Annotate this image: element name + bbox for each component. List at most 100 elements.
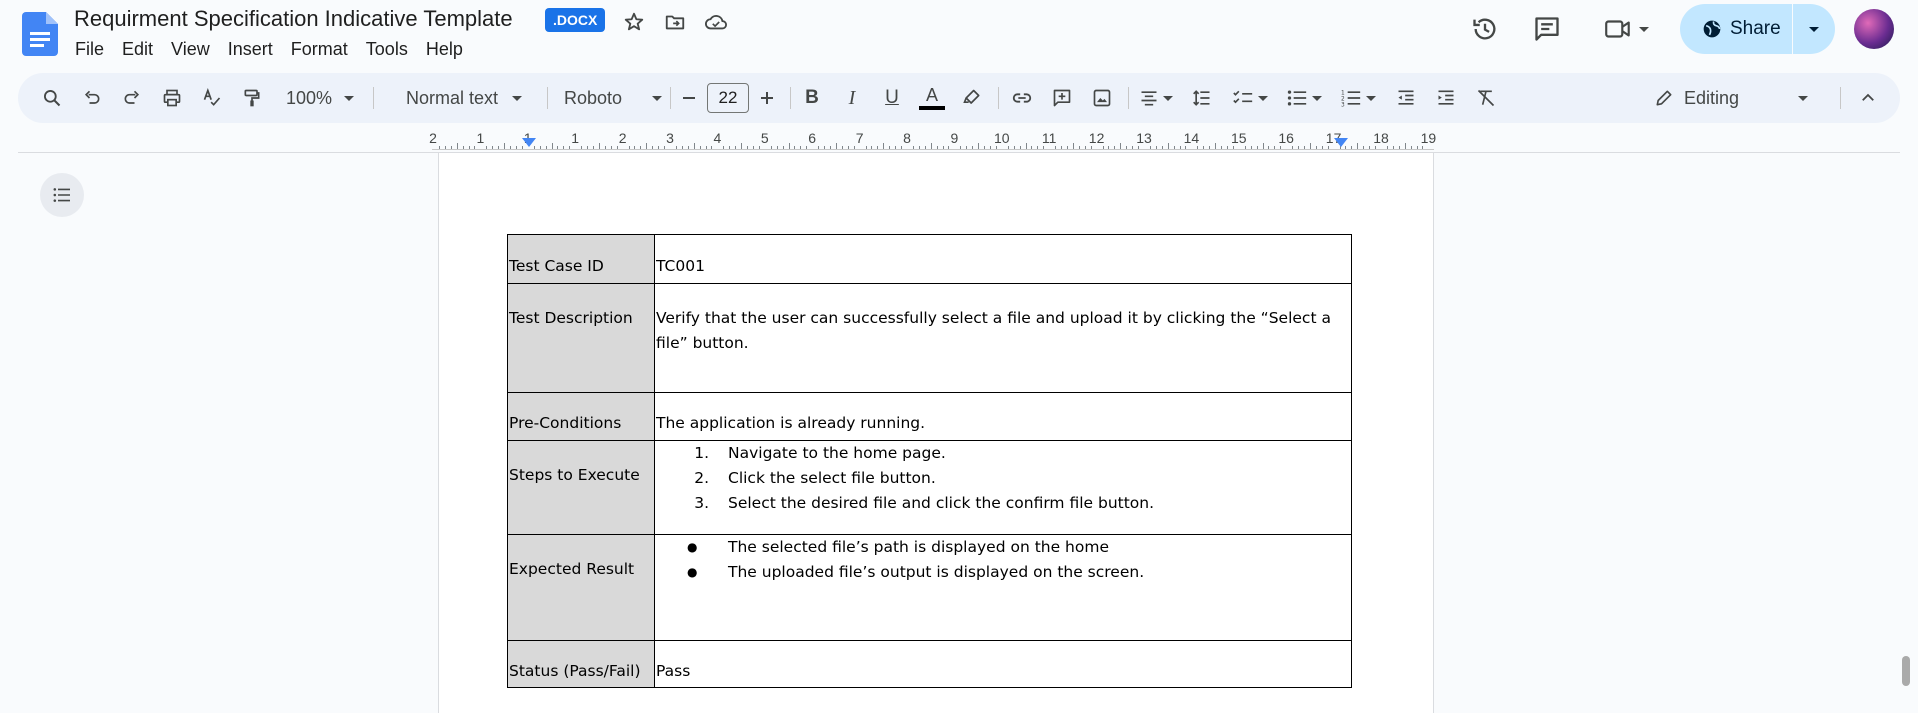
chevron-down-icon	[1312, 95, 1322, 101]
ruler-baseline	[432, 149, 1434, 150]
paragraph-style-select[interactable]: Normal text	[388, 73, 540, 123]
numbered-list-select[interactable]: 123	[1334, 73, 1382, 123]
increase-indent-icon[interactable]	[1428, 73, 1464, 123]
comments-icon[interactable]	[1529, 11, 1565, 47]
value-text: Verify that the user can successfully se…	[656, 309, 1331, 352]
ruler-number: 10	[994, 130, 1010, 146]
ruler-number: 11	[1041, 130, 1057, 146]
row-value[interactable]: The application is already running.	[654, 392, 1352, 441]
value-text: The application is already running.	[656, 414, 926, 432]
horizontal-ruler[interactable]: 2 1 1 1 2 3 4 5 6 7 8 9 10 11 12 13 14 15 16 17 18 19	[429, 128, 1436, 150]
row-label[interactable]: Test Description	[507, 283, 655, 393]
increase-font-size-icon[interactable]	[752, 73, 782, 123]
document-page[interactable]: Test Case ID TC001 Test Description Veri…	[438, 153, 1434, 713]
collapse-menus-icon[interactable]	[1848, 73, 1888, 123]
ruler-number: 12	[1088, 130, 1105, 146]
insert-image-icon[interactable]	[1084, 73, 1120, 123]
italic-icon[interactable]: I	[834, 73, 870, 123]
cloud-saved-icon[interactable]	[703, 9, 729, 35]
checklist-select[interactable]	[1226, 73, 1274, 123]
decrease-font-size-icon[interactable]	[674, 73, 704, 123]
font-size-input[interactable]: 22	[707, 83, 749, 113]
row-value[interactable]: Verify that the user can successfully se…	[654, 283, 1352, 393]
menu-file[interactable]: File	[66, 38, 113, 60]
chevron-down-icon	[1366, 95, 1376, 101]
bold-icon[interactable]: B	[794, 73, 830, 123]
row-value[interactable]: The selected file’s path is displayed on…	[654, 534, 1352, 641]
chevron-down-icon	[1809, 26, 1819, 32]
editing-mode-select[interactable]: Editing	[1654, 73, 1814, 123]
right-indent-marker[interactable]	[1334, 138, 1348, 147]
expected-results-list: The selected file’s path is displayed on…	[687, 535, 1350, 585]
docs-logo-icon[interactable]	[22, 12, 58, 56]
left-indent-marker[interactable]	[522, 138, 536, 147]
numbered-list-icon: 123	[1341, 91, 1361, 108]
document-outline-button[interactable]	[40, 173, 84, 217]
row-label[interactable]: Test Case ID	[507, 234, 655, 284]
row-label[interactable]: Steps to Execute	[507, 440, 655, 535]
redo-icon[interactable]	[114, 73, 150, 123]
line-spacing-icon[interactable]	[1184, 73, 1220, 123]
highlight-color-icon[interactable]	[954, 73, 990, 123]
label-text: Expected Result	[509, 560, 635, 578]
menu-edit[interactable]: Edit	[113, 38, 162, 60]
table-row: Expected Result The selected file’s path…	[507, 534, 1352, 641]
star-icon[interactable]	[621, 9, 647, 35]
row-value[interactable]: Navigate to the home page. Click the sel…	[654, 440, 1352, 535]
align-select[interactable]	[1134, 73, 1178, 123]
insert-link-icon[interactable]	[1004, 73, 1040, 123]
menu-tools[interactable]: Tools	[357, 38, 417, 60]
document-title[interactable]: Requirment Specification Indicative Temp…	[74, 6, 513, 32]
label-text: Steps to Execute	[509, 466, 640, 484]
row-label[interactable]: Pre-Conditions	[507, 392, 655, 441]
pencil-icon	[1656, 90, 1672, 106]
zoom-select[interactable]: 100%	[278, 73, 362, 123]
share-label: Share	[1730, 18, 1781, 39]
menu-view[interactable]: View	[162, 38, 219, 60]
bulleted-list-select[interactable]	[1280, 73, 1328, 123]
row-label[interactable]: Status (Pass/Fail)	[507, 640, 655, 688]
row-label[interactable]: Expected Result	[507, 534, 655, 641]
ruler-number: 7	[855, 130, 864, 146]
table-row: Test Case ID TC001	[507, 234, 1352, 284]
clear-formatting-icon[interactable]	[1468, 73, 1504, 123]
table-row: Steps to Execute Navigate to the home pa…	[507, 440, 1352, 535]
move-folder-icon[interactable]	[662, 9, 688, 35]
globe-icon	[1703, 20, 1721, 38]
file-type-badge: .DOCX	[545, 8, 606, 32]
ruler-number: 15	[1231, 130, 1247, 146]
meet-icon[interactable]	[1598, 11, 1654, 47]
ruler-number: 8	[903, 130, 911, 146]
list-item: Select the desired file and click the co…	[714, 491, 1350, 516]
text-color-icon[interactable]: A	[914, 73, 950, 123]
vertical-scrollbar[interactable]	[1902, 656, 1910, 686]
list-item: Click the select file button.	[714, 466, 1350, 491]
label-text: Test Case ID	[509, 257, 604, 275]
menu-help[interactable]: Help	[417, 38, 472, 60]
avatar[interactable]	[1854, 9, 1894, 49]
share-button[interactable]: Share	[1680, 4, 1792, 54]
underline-icon[interactable]: U	[874, 73, 910, 123]
paint-format-icon[interactable]	[234, 73, 270, 123]
table-row: Status (Pass/Fail) Pass	[507, 640, 1352, 688]
share-dropdown-button[interactable]	[1793, 4, 1835, 54]
search-menus-icon[interactable]	[34, 73, 70, 123]
menu-format[interactable]: Format	[282, 38, 357, 60]
chevron-down-icon	[1798, 95, 1808, 101]
list-item: The uploaded file’s output is displayed …	[687, 560, 1350, 585]
spellcheck-icon[interactable]	[194, 73, 230, 123]
row-value[interactable]: Pass	[654, 640, 1352, 688]
menu-insert[interactable]: Insert	[219, 38, 282, 60]
toolbar-divider	[670, 87, 671, 109]
toolbar-divider	[373, 87, 374, 109]
value-text: Pass	[656, 662, 691, 680]
add-comment-icon[interactable]	[1044, 73, 1080, 123]
undo-icon[interactable]	[74, 73, 110, 123]
checklist-icon	[1233, 90, 1253, 104]
decrease-indent-icon[interactable]	[1388, 73, 1424, 123]
font-family-select[interactable]: Roboto	[558, 73, 668, 123]
row-value[interactable]: TC001	[654, 234, 1352, 284]
print-icon[interactable]	[154, 73, 190, 123]
version-history-icon[interactable]	[1467, 11, 1503, 47]
value-text: TC001	[656, 257, 705, 275]
